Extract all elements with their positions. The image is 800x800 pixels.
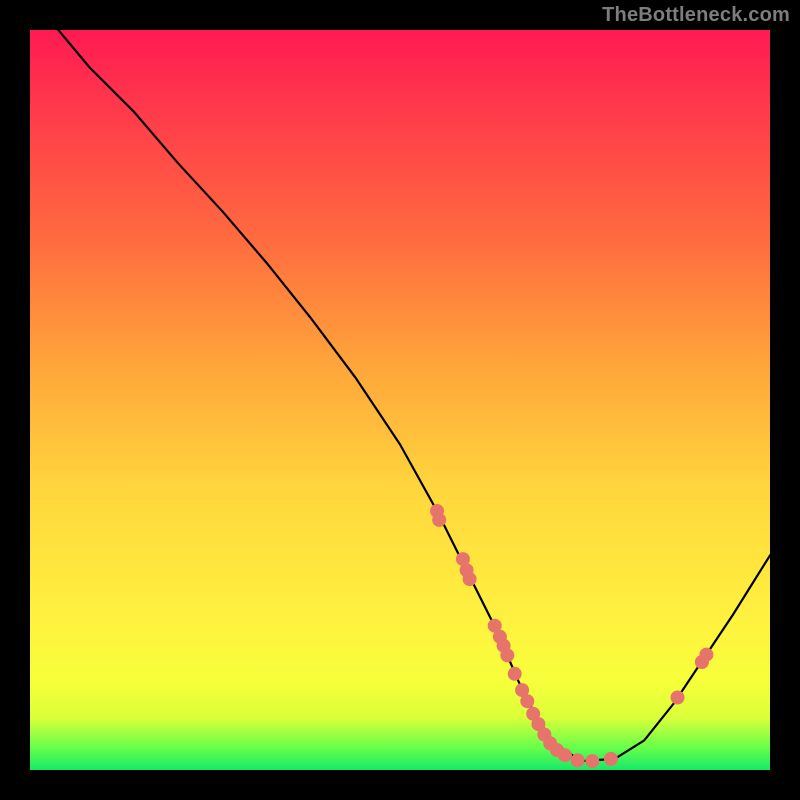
scatter-point	[520, 694, 534, 708]
scatter-point	[500, 648, 514, 662]
chart-stage: TheBottleneck.com	[0, 0, 800, 800]
scatter-group	[430, 504, 713, 768]
scatter-point	[604, 752, 618, 766]
scatter-point	[463, 572, 477, 586]
scatter-point	[571, 753, 585, 767]
scatter-point	[432, 513, 446, 527]
scatter-point	[699, 648, 713, 662]
watermark-text: TheBottleneck.com	[602, 4, 790, 27]
scatter-point	[671, 691, 685, 705]
chart-svg	[30, 30, 770, 770]
scatter-point	[585, 754, 599, 768]
scatter-point	[508, 667, 522, 681]
plot-area	[30, 30, 770, 770]
curve-path	[30, 0, 770, 761]
scatter-point	[558, 748, 572, 762]
